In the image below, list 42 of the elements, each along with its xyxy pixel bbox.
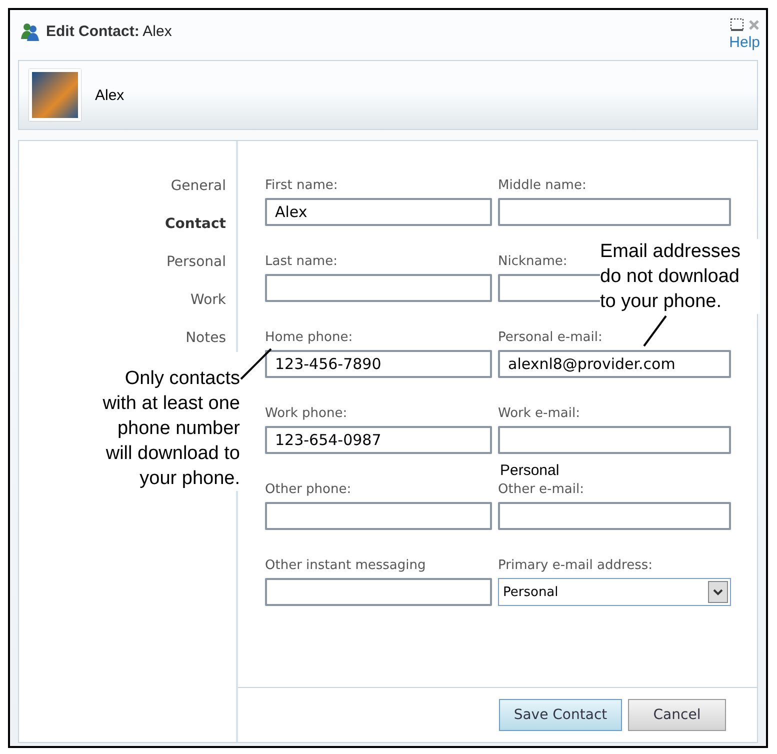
- input-field[interactable]: [265, 578, 492, 606]
- input-field[interactable]: [265, 502, 492, 530]
- input-field[interactable]: [265, 274, 492, 302]
- input-field[interactable]: 123-456-7890: [265, 350, 492, 378]
- restore-icon[interactable]: [730, 18, 744, 32]
- contacts-icon: [20, 22, 40, 42]
- window-title: Edit Contact: Alex: [46, 23, 172, 40]
- input-field[interactable]: 123-654-0987: [265, 426, 492, 454]
- input-field[interactable]: [498, 502, 731, 530]
- dialog-button[interactable]: Save Contact: [499, 699, 622, 731]
- input-field[interactable]: Alex: [265, 198, 492, 226]
- input-field[interactable]: [498, 198, 731, 226]
- field-label: Work phone:: [265, 405, 348, 422]
- close-icon[interactable]: [748, 19, 760, 31]
- field-label: Middle name:: [498, 177, 586, 194]
- sidebar-item[interactable]: Personal: [166, 253, 226, 272]
- field-label: Home phone:: [265, 329, 353, 346]
- dropdown[interactable]: Personal: [498, 578, 731, 606]
- photo-placeholder: [29, 69, 81, 121]
- input-field[interactable]: [498, 426, 731, 454]
- input-field[interactable]: alexnl8@provider.com: [498, 350, 731, 378]
- leader-line: [643, 315, 667, 347]
- field-label: Last name:: [265, 253, 338, 270]
- sidebar-item[interactable]: General: [170, 177, 226, 196]
- sidebar-item[interactable]: Notes: [186, 329, 226, 348]
- field-note: Personal: [500, 462, 560, 479]
- leader-line: [240, 348, 272, 380]
- field-label: Other instant messaging: [265, 557, 426, 574]
- sidebar-item[interactable]: Contact: [165, 215, 226, 234]
- field-label: Other e-mail:: [498, 481, 584, 498]
- sidebar-item[interactable]: Work: [190, 291, 226, 310]
- dialog-button[interactable]: Cancel: [628, 699, 726, 731]
- field-label: Other phone:: [265, 481, 352, 498]
- field-label: Primary e-mail address:: [498, 557, 652, 574]
- field-label: First name:: [265, 177, 338, 194]
- field-label: Nickname:: [498, 253, 568, 270]
- field-label: Personal e-mail:: [498, 329, 602, 346]
- contact-name: Alex: [95, 86, 124, 104]
- field-label: Work e-mail:: [498, 405, 580, 422]
- caret-icon[interactable]: [708, 581, 728, 603]
- callout-tooltip: Email addresses do not download to your phone.: [600, 239, 760, 314]
- help-link[interactable]: Help: [729, 34, 760, 51]
